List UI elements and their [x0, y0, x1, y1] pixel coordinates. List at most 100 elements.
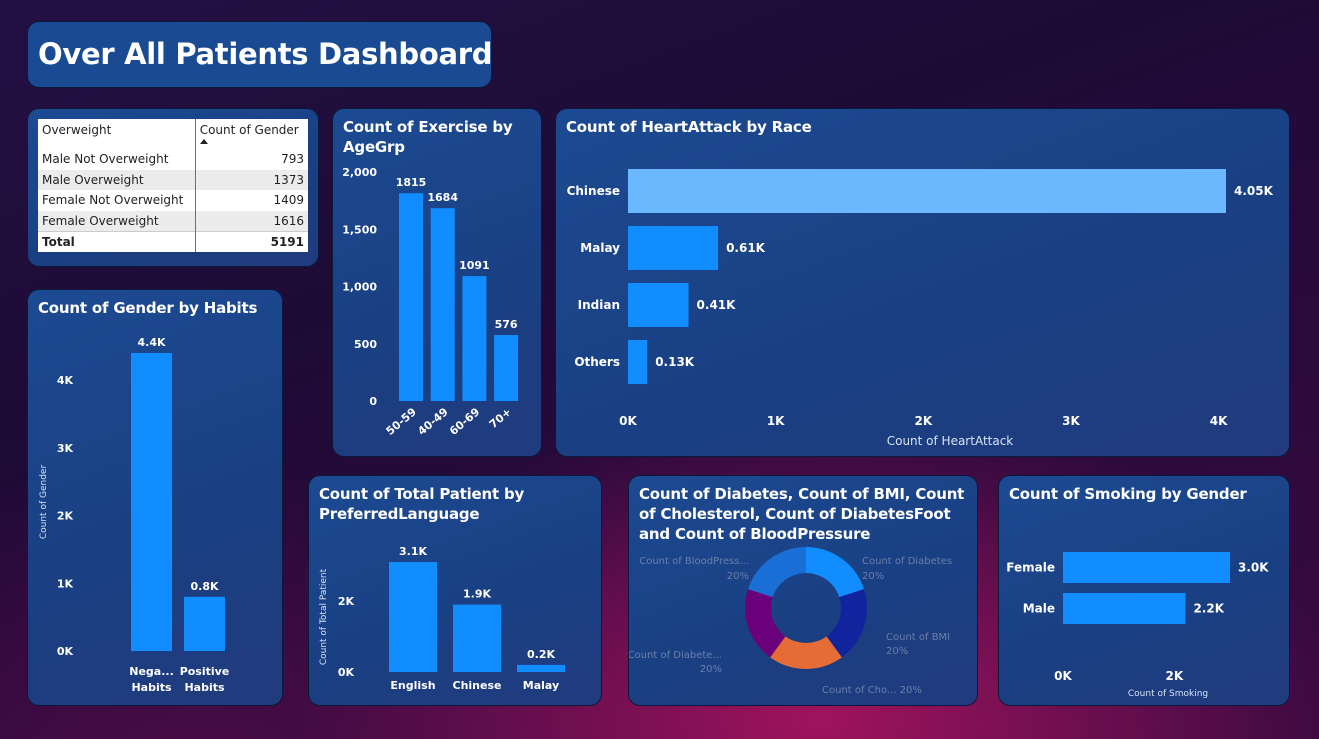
x-tick-label: 4K: [1210, 414, 1228, 428]
dashboard-title-card: Over All Patients Dashboard: [27, 21, 492, 88]
bar: [131, 353, 172, 651]
column-header-overweight[interactable]: Overweight: [38, 119, 195, 149]
smoking-by-gender-chart: Female 3.0K Male 2.2K 0K 2K Count of Smoking: [1006, 552, 1269, 699]
data-label: 0.13K: [655, 355, 695, 369]
overweight-table-card: Overweight Count of Gender Male Not Over…: [27, 108, 319, 267]
column-header-count-of-gender[interactable]: Count of Gender: [194, 119, 308, 149]
column-header-count-label: Count of Gender: [199, 123, 299, 137]
dashboard-title: Over All Patients Dashboard: [38, 37, 493, 71]
y-tick-label: Chinese: [567, 184, 620, 198]
row-label: Male Overweight: [38, 169, 196, 190]
y-tick-label: Others: [574, 355, 620, 369]
y-tick-label: 0K: [338, 666, 355, 679]
bar: [389, 562, 437, 672]
chart-title: Count of Exercise by AgeGrp: [343, 118, 513, 156]
x-tick-label: 2K: [914, 414, 932, 428]
slice-label: Count of Cho... 20%: [822, 685, 922, 696]
bar: [184, 596, 225, 651]
x-tick-label: 0K: [619, 414, 637, 428]
slice-percent: 20%: [700, 664, 722, 675]
slice-percent: 20%: [886, 646, 908, 657]
bar: [453, 604, 501, 672]
y-tick-label: 1K: [57, 577, 74, 590]
x-tick-label: Habits: [131, 681, 172, 694]
data-label: 1684: [427, 191, 458, 204]
x-axis-title: Count of Smoking: [1128, 689, 1208, 699]
y-tick-label: 3K: [57, 442, 74, 455]
data-label: 1091: [459, 259, 490, 272]
table-row: Female Overweight 1616: [38, 210, 308, 231]
x-tick-label: Positive: [180, 665, 230, 678]
data-label: 3.1K: [399, 545, 427, 558]
total-value: 5191: [194, 230, 308, 252]
chart-title: Count of Gender by Habits: [38, 299, 258, 317]
data-label: 4.05K: [1234, 184, 1274, 198]
slice-label: Count of Diabetes: [862, 556, 952, 567]
bar: [1063, 552, 1230, 583]
data-label: 2.2K: [1193, 602, 1224, 616]
exercise-by-agegrp-chart: 0 500 1,000 1,500 2,000 1815 50-59 1684 40-49 109…: [342, 166, 519, 438]
x-tick-label: Chinese: [453, 679, 502, 692]
data-label: 0.8K: [190, 580, 218, 593]
sort-ascending-icon[interactable]: [199, 139, 208, 144]
data-label: 0.41K: [697, 298, 737, 312]
gender-by-habits-card[interactable]: Count of Gender by Habits 0K 1K 2K 3K 4K Coun…: [27, 289, 283, 706]
row-value: 1616: [194, 210, 308, 231]
x-axis-title: Count of HeartAttack: [887, 434, 1014, 448]
row-value: 1373: [194, 169, 308, 190]
slice-percent: 20%: [862, 571, 884, 582]
y-tick-label: Male: [1023, 602, 1055, 616]
x-tick-label: Habits: [184, 681, 225, 694]
donut-slice: [747, 547, 806, 598]
bar: [517, 664, 565, 672]
bar: [628, 169, 1226, 213]
y-tick-label: 2K: [338, 595, 355, 608]
gender-by-habits-chart: 0K 1K 2K 3K 4K Count of Gender 4.4K Nega... Habi…: [39, 336, 230, 694]
bar: [628, 226, 719, 270]
y-tick-label: 0K: [57, 645, 74, 658]
table-row: Female Not Overweight 1409: [38, 190, 308, 211]
x-tick-label: 70+: [487, 405, 514, 431]
y-axis-title: Count of Gender: [39, 465, 49, 540]
x-tick-label: 40-49: [415, 405, 450, 438]
data-label: 0.61K: [726, 241, 766, 255]
data-label: 0.2K: [527, 648, 555, 661]
data-label: 576: [495, 318, 518, 331]
row-label: Female Overweight: [38, 210, 196, 231]
data-label: 4.4K: [137, 336, 165, 349]
exercise-by-agegrp-card[interactable]: Count of Exercise by AgeGrp 0 500 1,000 1,5…: [332, 108, 542, 457]
overweight-table: Overweight Count of Gender Male Not Over…: [38, 119, 308, 252]
slice-label: Count of Diabete...: [629, 650, 722, 661]
table-row: Male Overweight 1373: [38, 169, 308, 190]
patient-by-language-card[interactable]: Count of Total Patient by PreferredLangu…: [308, 475, 602, 706]
smoking-by-gender-card[interactable]: Count of Smoking by Gender Female 3.0K Mal…: [998, 475, 1290, 706]
donut-slice: [806, 547, 865, 598]
row-label: Female Not Overweight: [42, 193, 184, 208]
bar: [430, 208, 455, 401]
x-tick-label: Malay: [523, 679, 559, 692]
x-tick-label: 0K: [1054, 669, 1072, 683]
row-label: Male Not Overweight: [42, 152, 169, 167]
heartattack-by-race-card[interactable]: Count of HeartAttack by Race Chinese 4.05…: [555, 108, 1290, 457]
slice-label: Count of BMI: [886, 632, 950, 643]
data-label: 3.0K: [1238, 561, 1269, 575]
bar: [628, 283, 689, 327]
y-tick-label: 1,500: [342, 223, 377, 236]
slice-percent: 20%: [727, 571, 749, 582]
chart-title: Count of Total Patient by PreferredLangu…: [319, 485, 525, 523]
data-label: 1.9K: [463, 588, 491, 601]
y-axis-title: Count of Total Patient: [319, 568, 329, 665]
y-tick-label: 4K: [57, 374, 74, 387]
total-label: Total: [38, 230, 196, 252]
bar: [494, 335, 519, 401]
bar: [628, 340, 648, 384]
chart-title: Count of Smoking by Gender: [1009, 485, 1247, 503]
x-tick-label: Nega...: [129, 665, 174, 678]
x-tick-label: 2K: [1166, 669, 1184, 683]
health-counts-donut-card[interactable]: Count of Diabetes, Count of BMI, Count o…: [628, 475, 978, 706]
heartattack-by-race-chart: Chinese 4.05K Malay 0.61K Indian 0.41K Others 0…: [567, 169, 1274, 448]
chart-title: Count of HeartAttack by Race: [566, 118, 812, 136]
data-label: 1815: [396, 176, 427, 189]
y-tick-label: Female: [1006, 561, 1055, 575]
y-tick-label: 500: [354, 338, 377, 351]
